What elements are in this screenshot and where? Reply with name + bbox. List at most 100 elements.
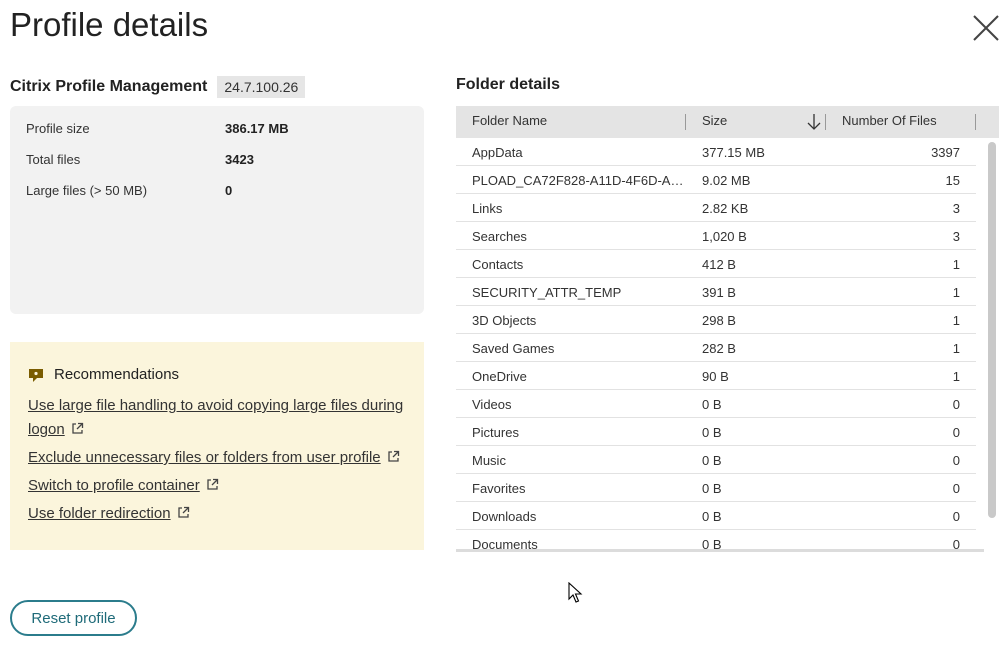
link-text: Use folder redirection [28, 505, 171, 522]
profile-management-title: Citrix Profile Management [10, 78, 208, 95]
table-row[interactable]: Saved Games 282 B 1 [456, 334, 976, 362]
column-resize-handle[interactable] [825, 114, 826, 130]
table-row[interactable]: Pictures 0 B 0 [456, 418, 976, 446]
recommendations-panel: Recommendations Use large file handling … [10, 342, 424, 550]
size-cell: 377.15 MB [702, 145, 765, 160]
link-text: Switch to profile container [28, 477, 200, 494]
file-count-cell: 3 [952, 201, 960, 216]
table-row[interactable]: SECURITY_ATTR_TEMP 391 B 1 [456, 278, 976, 306]
folder-name-cell: Pictures [472, 425, 519, 440]
file-count-cell: 3397 [931, 145, 960, 160]
table-row[interactable]: Downloads 0 B 0 [456, 502, 976, 530]
recommendation-link-profile-container[interactable]: Switch to profile container [28, 474, 408, 498]
file-count-cell: 0 [952, 425, 960, 440]
recommendations-header: Recommendations [28, 366, 179, 383]
external-link-icon [177, 506, 189, 518]
vertical-scrollbar[interactable] [988, 142, 996, 518]
column-header-number-of-files[interactable]: Number Of Files [842, 113, 937, 128]
file-count-cell: 1 [952, 341, 960, 356]
file-count-cell: 0 [952, 397, 960, 412]
size-cell: 0 B [702, 481, 722, 496]
size-cell: 282 B [702, 341, 736, 356]
folder-name-cell: OneDrive [472, 369, 527, 384]
table-row[interactable]: Favorites 0 B 0 [456, 474, 976, 502]
summary-label: Total files [26, 152, 81, 167]
column-header-size[interactable]: Size [702, 113, 727, 128]
horizontal-scrollbar[interactable] [456, 549, 984, 552]
link-text: Use large file handling to avoid copying… [28, 397, 404, 438]
folder-name-cell: Music [472, 453, 506, 468]
table-row[interactable]: Videos 0 B 0 [456, 390, 976, 418]
size-cell: 0 B [702, 509, 722, 524]
file-count-cell: 0 [952, 453, 960, 468]
table-row[interactable]: 3D Objects 298 B 1 [456, 306, 976, 334]
recommendation-link-large-file-handling[interactable]: Use large file handling to avoid copying… [28, 394, 408, 442]
table-row[interactable]: AppData 377.15 MB 3397 [456, 138, 976, 166]
external-link-icon [388, 450, 399, 462]
size-cell: 2.82 KB [702, 201, 749, 216]
folder-name-cell: Videos [472, 397, 512, 412]
close-button[interactable] [970, 12, 1002, 44]
sort-descending-icon[interactable] [806, 113, 822, 131]
summary-row-large-files: Large files (> 50 MB) 0 [26, 183, 232, 198]
table-row[interactable]: Contacts 412 B 1 [456, 250, 976, 278]
size-cell: 412 B [702, 257, 736, 272]
file-count-cell: 3 [952, 229, 960, 244]
table-row[interactable]: OneDrive 90 B 1 [456, 362, 976, 390]
folder-name-cell: Favorites [472, 481, 526, 496]
size-cell: 0 B [702, 425, 722, 440]
file-count-cell: 0 [952, 509, 960, 524]
folder-name-cell: Links [472, 201, 503, 216]
size-cell: 90 B [702, 369, 729, 384]
version-badge: 24.7.100.26 [217, 76, 306, 98]
profile-summary-panel: Profile size 386.17 MB Total files 3423 … [10, 106, 424, 314]
close-icon [973, 15, 999, 41]
file-count-cell: 1 [952, 257, 960, 272]
profile-management-header: Citrix Profile Management 24.7.100.26 [10, 76, 306, 98]
summary-value: 0 [225, 183, 233, 198]
file-count-cell: 1 [952, 369, 960, 384]
folder-name-cell: Saved Games [472, 341, 555, 356]
summary-row-total-files: Total files 3423 [26, 152, 254, 167]
folder-name-cell: 3D Objects [472, 313, 537, 328]
folder-name-cell: Searches [472, 229, 527, 244]
link-text: Exclude unnecessary files or folders fro… [28, 449, 381, 466]
recommendation-link-exclude-files[interactable]: Exclude unnecessary files or folders fro… [28, 446, 408, 470]
folder-name-cell: Downloads [472, 509, 537, 524]
external-link-icon [72, 422, 83, 434]
reset-profile-button[interactable]: Reset profile [10, 600, 137, 636]
table-row[interactable]: PLOAD_CA72F828-A11D-4F6D-AFC... 9.02 MB 15 [456, 166, 976, 194]
folder-name-cell: SECURITY_ATTR_TEMP [472, 285, 622, 300]
column-header-folder-name[interactable]: Folder Name [472, 113, 547, 128]
size-cell: 298 B [702, 313, 736, 328]
table-row[interactable]: Searches 1,020 B 3 [456, 222, 976, 250]
folder-name-cell: Contacts [472, 257, 524, 272]
size-cell: 391 B [702, 285, 736, 300]
file-count-cell: 1 [952, 285, 960, 300]
table-body: AppData 377.15 MB 3397 PLOAD_CA72F828-A11D-… [456, 138, 976, 552]
column-resize-handle[interactable] [975, 114, 976, 130]
mouse-cursor-icon [568, 582, 583, 603]
recommendation-icon [29, 368, 43, 382]
size-cell: 0 B [702, 397, 722, 412]
file-count-cell: 15 [945, 173, 960, 188]
dialog-title: Profile details [10, 6, 209, 43]
size-cell: 1,020 B [702, 229, 747, 244]
folder-details-title: Folder details [456, 76, 561, 93]
recommendations-title: Recommendations [54, 366, 180, 383]
summary-row-profile-size: Profile size 386.17 MB [26, 121, 289, 136]
file-count-cell: 1 [952, 313, 960, 328]
folder-name-cell: PLOAD_CA72F828-A11D-4F6D-AFC... [472, 173, 684, 188]
table-row[interactable]: Links 2.82 KB 3 [456, 194, 976, 222]
recommendation-link-folder-redirection[interactable]: Use folder redirection [28, 502, 408, 526]
external-link-icon [207, 478, 218, 490]
size-cell: 0 B [702, 453, 722, 468]
summary-value: 3423 [225, 152, 254, 167]
column-resize-handle[interactable] [685, 114, 686, 130]
file-count-cell: 0 [952, 481, 960, 496]
size-cell: 9.02 MB [702, 173, 751, 188]
summary-value: 386.17 MB [225, 121, 289, 136]
table-row[interactable]: Music 0 B 0 [456, 446, 976, 474]
folder-details-table: Folder Name Size Number Of Files AppData… [456, 106, 999, 552]
folder-name-cell: AppData [472, 145, 523, 160]
